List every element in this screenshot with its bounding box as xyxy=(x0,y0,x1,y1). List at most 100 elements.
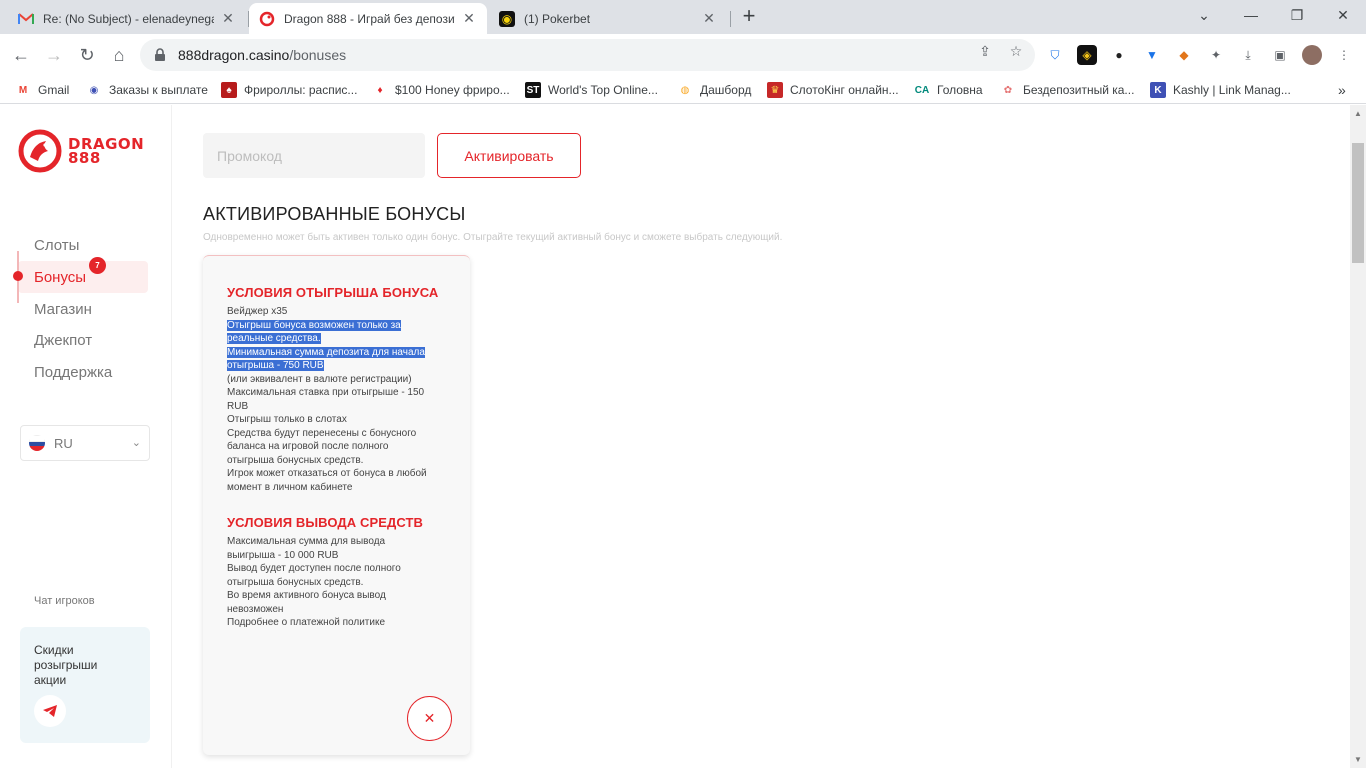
bookmark-gmail[interactable]: M Gmail xyxy=(15,81,70,99)
bookmark-star-icon[interactable]: ☆ xyxy=(1007,42,1025,60)
forward-icon[interactable]: → xyxy=(42,43,66,67)
bookmark-nodeposit[interactable]: ✿ Бездепозитный ка... xyxy=(1000,81,1135,99)
language-select[interactable]: RU ⌄ xyxy=(20,425,150,461)
bookmark-slotoking[interactable]: ♛ СлотоКінг онлайн... xyxy=(767,81,899,99)
side-panel-icon[interactable]: ▣ xyxy=(1270,45,1290,65)
promo-card-line: акции xyxy=(34,673,67,687)
bookmark-label: World's Top Online... xyxy=(548,83,658,97)
sidebar: DRAGON 888 Слоты Бонусы 7 Магазин Джекпо… xyxy=(0,105,172,768)
close-tab-icon[interactable]: ✕ xyxy=(220,10,236,27)
bookmark-kashly[interactable]: K Kashly | Link Manag... xyxy=(1150,81,1291,99)
tab-title: Dragon 888 - Играй без депозит xyxy=(284,11,455,26)
withdrawal-conditions-list: Максимальная сумма для вывода выигрыша -… xyxy=(227,535,449,630)
tab-dragon[interactable]: Dragon 888 - Играй без депозит ✕ xyxy=(249,3,487,34)
bookmark-dashboard[interactable]: ◍ Дашборд xyxy=(677,81,752,99)
chevron-down-icon: ⌄ xyxy=(131,437,141,449)
vpn-extension-icon[interactable]: ▼ xyxy=(1142,45,1162,65)
url-host: 888dragon.casino xyxy=(178,47,290,63)
honey-icon: ♦ xyxy=(377,84,383,96)
sidebar-item-shop[interactable]: Магазин xyxy=(18,293,148,325)
sidebar-item-slots[interactable]: Слоты xyxy=(18,229,148,261)
share-icon[interactable]: ⇪ xyxy=(976,42,994,60)
telegram-button[interactable] xyxy=(34,695,66,727)
tab-gmail[interactable]: Re: (No Subject) - elenadeynega5 ✕ xyxy=(8,3,246,34)
dragon-logo-icon xyxy=(18,129,62,173)
bookmark-label: $100 Honey фриро... xyxy=(395,83,510,97)
eye-icon: ◉ xyxy=(89,84,99,96)
activate-button[interactable]: Активировать xyxy=(437,133,581,178)
condition-line: RUB xyxy=(227,400,249,412)
payment-policy-link[interactable]: Подробнее о платежной политике xyxy=(227,616,449,630)
promo-code-input[interactable]: Промокод xyxy=(203,133,425,178)
puzzle-extensions-icon[interactable]: ✦ xyxy=(1206,45,1226,65)
sidebar-item-bonuses[interactable]: Бонусы 7 xyxy=(13,251,148,303)
condition-line: Максимальная сумма для вывода xyxy=(227,536,386,547)
close-tab-icon[interactable]: ✕ xyxy=(701,10,717,27)
address-bar[interactable]: 888dragon.casino/bonuses xyxy=(140,39,1035,71)
condition-line: отыгрыша бонусных средств. xyxy=(227,576,364,588)
bookmark-label: СлотоКінг онлайн... xyxy=(790,83,899,97)
language-value: RU xyxy=(54,435,73,451)
close-tab-icon[interactable]: ✕ xyxy=(461,10,477,27)
menu-icon[interactable]: ⋮ xyxy=(1334,45,1354,65)
tab-search-icon[interactable]: ⌄ xyxy=(1181,0,1227,30)
telegram-icon xyxy=(43,705,57,717)
minimize-button[interactable]: — xyxy=(1228,0,1274,30)
profile-avatar[interactable] xyxy=(1302,45,1322,65)
bookmark-label: Бездепозитный ка... xyxy=(1023,83,1135,97)
condition-line: Максимальная ставка при отыгрыше - 150 xyxy=(227,387,425,398)
tab-divider xyxy=(730,11,731,27)
home-icon[interactable]: ⌂ xyxy=(107,43,131,67)
scrollbar-thumb[interactable] xyxy=(1352,143,1364,263)
tab-title: Re: (No Subject) - elenadeynega5 xyxy=(43,11,214,26)
bookmark-golovna[interactable]: CA Головна xyxy=(914,81,983,99)
bookmark-label: Фрироллы: распис... xyxy=(244,83,358,97)
tab-pokerbet[interactable]: ◉ (1) Pokerbet ✕ xyxy=(489,3,727,34)
active-indicator-dot xyxy=(13,271,23,281)
condition-line: отыгрыша - 750 RUB xyxy=(227,360,324,371)
player-chat-link[interactable]: Чат игроков xyxy=(34,595,95,607)
promo-card-line: Скидки xyxy=(34,643,74,657)
sidebar-item-support[interactable]: Поддержка xyxy=(18,356,148,388)
dashboard-icon: ◍ xyxy=(680,84,690,96)
condition-line: Во время активного бонуса вывод xyxy=(227,590,386,601)
lock-icon[interactable] xyxy=(152,47,168,63)
bookmark-freerolls[interactable]: ♠ Фрироллы: распис... xyxy=(221,81,357,99)
more-bookmarks-icon[interactable]: » xyxy=(1338,81,1346,99)
shield-extension-icon[interactable]: ⛉ xyxy=(1045,45,1065,65)
logo[interactable]: DRAGON 888 xyxy=(16,129,144,173)
condition-line: момент в личном кабинете xyxy=(227,481,353,493)
metamask-icon[interactable]: ◆ xyxy=(1174,45,1194,65)
promo-card[interactable]: Скидки розыгрыши акции xyxy=(20,627,150,743)
wager-conditions-list: Вейджер x35 Отыгрыш бонуса возможен толь… xyxy=(227,305,449,494)
bookmark-payouts[interactable]: ◉ Заказы к выплате xyxy=(86,81,208,99)
reload-icon[interactable]: ↻ xyxy=(75,43,99,67)
bookmark-honey[interactable]: ♦ $100 Honey фриро... xyxy=(372,81,510,99)
bomb-extension-icon[interactable]: ● xyxy=(1109,45,1129,65)
scroll-down-icon[interactable]: ▼ xyxy=(1354,755,1362,764)
back-icon[interactable]: ← xyxy=(9,43,33,67)
condition-line: Средства будут перенесены с бонусного xyxy=(227,427,417,439)
cancel-bonus-button[interactable]: ✕ xyxy=(407,696,452,741)
download-icon[interactable]: ⤓ xyxy=(1238,45,1258,65)
scroll-up-icon[interactable]: ▲ xyxy=(1354,109,1362,118)
k-icon: K xyxy=(1150,82,1166,98)
ca-icon: CA xyxy=(914,84,930,96)
condition-line: выигрыша - 10 000 RUB xyxy=(227,549,339,561)
restore-button[interactable]: ❐ xyxy=(1274,0,1320,30)
sidebar-item-jackpot[interactable]: Джекпот xyxy=(18,324,148,356)
gift-icon: ✿ xyxy=(1003,84,1013,96)
close-window-button[interactable]: ✕ xyxy=(1320,0,1366,30)
condition-line: Отыгрыш бонуса возможен только за xyxy=(227,319,401,331)
condition-line: отыгрыша бонусных средств. xyxy=(227,454,364,466)
bookmark-label: Gmail xyxy=(38,83,70,97)
tab-title: (1) Pokerbet xyxy=(524,11,591,26)
condition-line: Игрок может отказаться от бонуса в любой xyxy=(227,468,427,479)
new-tab-button[interactable]: + xyxy=(738,5,760,27)
bookmark-worlds-top[interactable]: ST World's Top Online... xyxy=(525,81,658,99)
sidebar-item-label: Поддержка xyxy=(34,363,113,381)
extension-icon[interactable]: ◈ xyxy=(1077,45,1097,65)
page-scrollbar[interactable]: ▲ ▼ xyxy=(1350,105,1366,768)
url-path: /bonuses xyxy=(289,47,347,63)
withdrawal-conditions-heading: УСЛОВИЯ ВЫВОДА СРЕДСТВ xyxy=(227,515,424,530)
